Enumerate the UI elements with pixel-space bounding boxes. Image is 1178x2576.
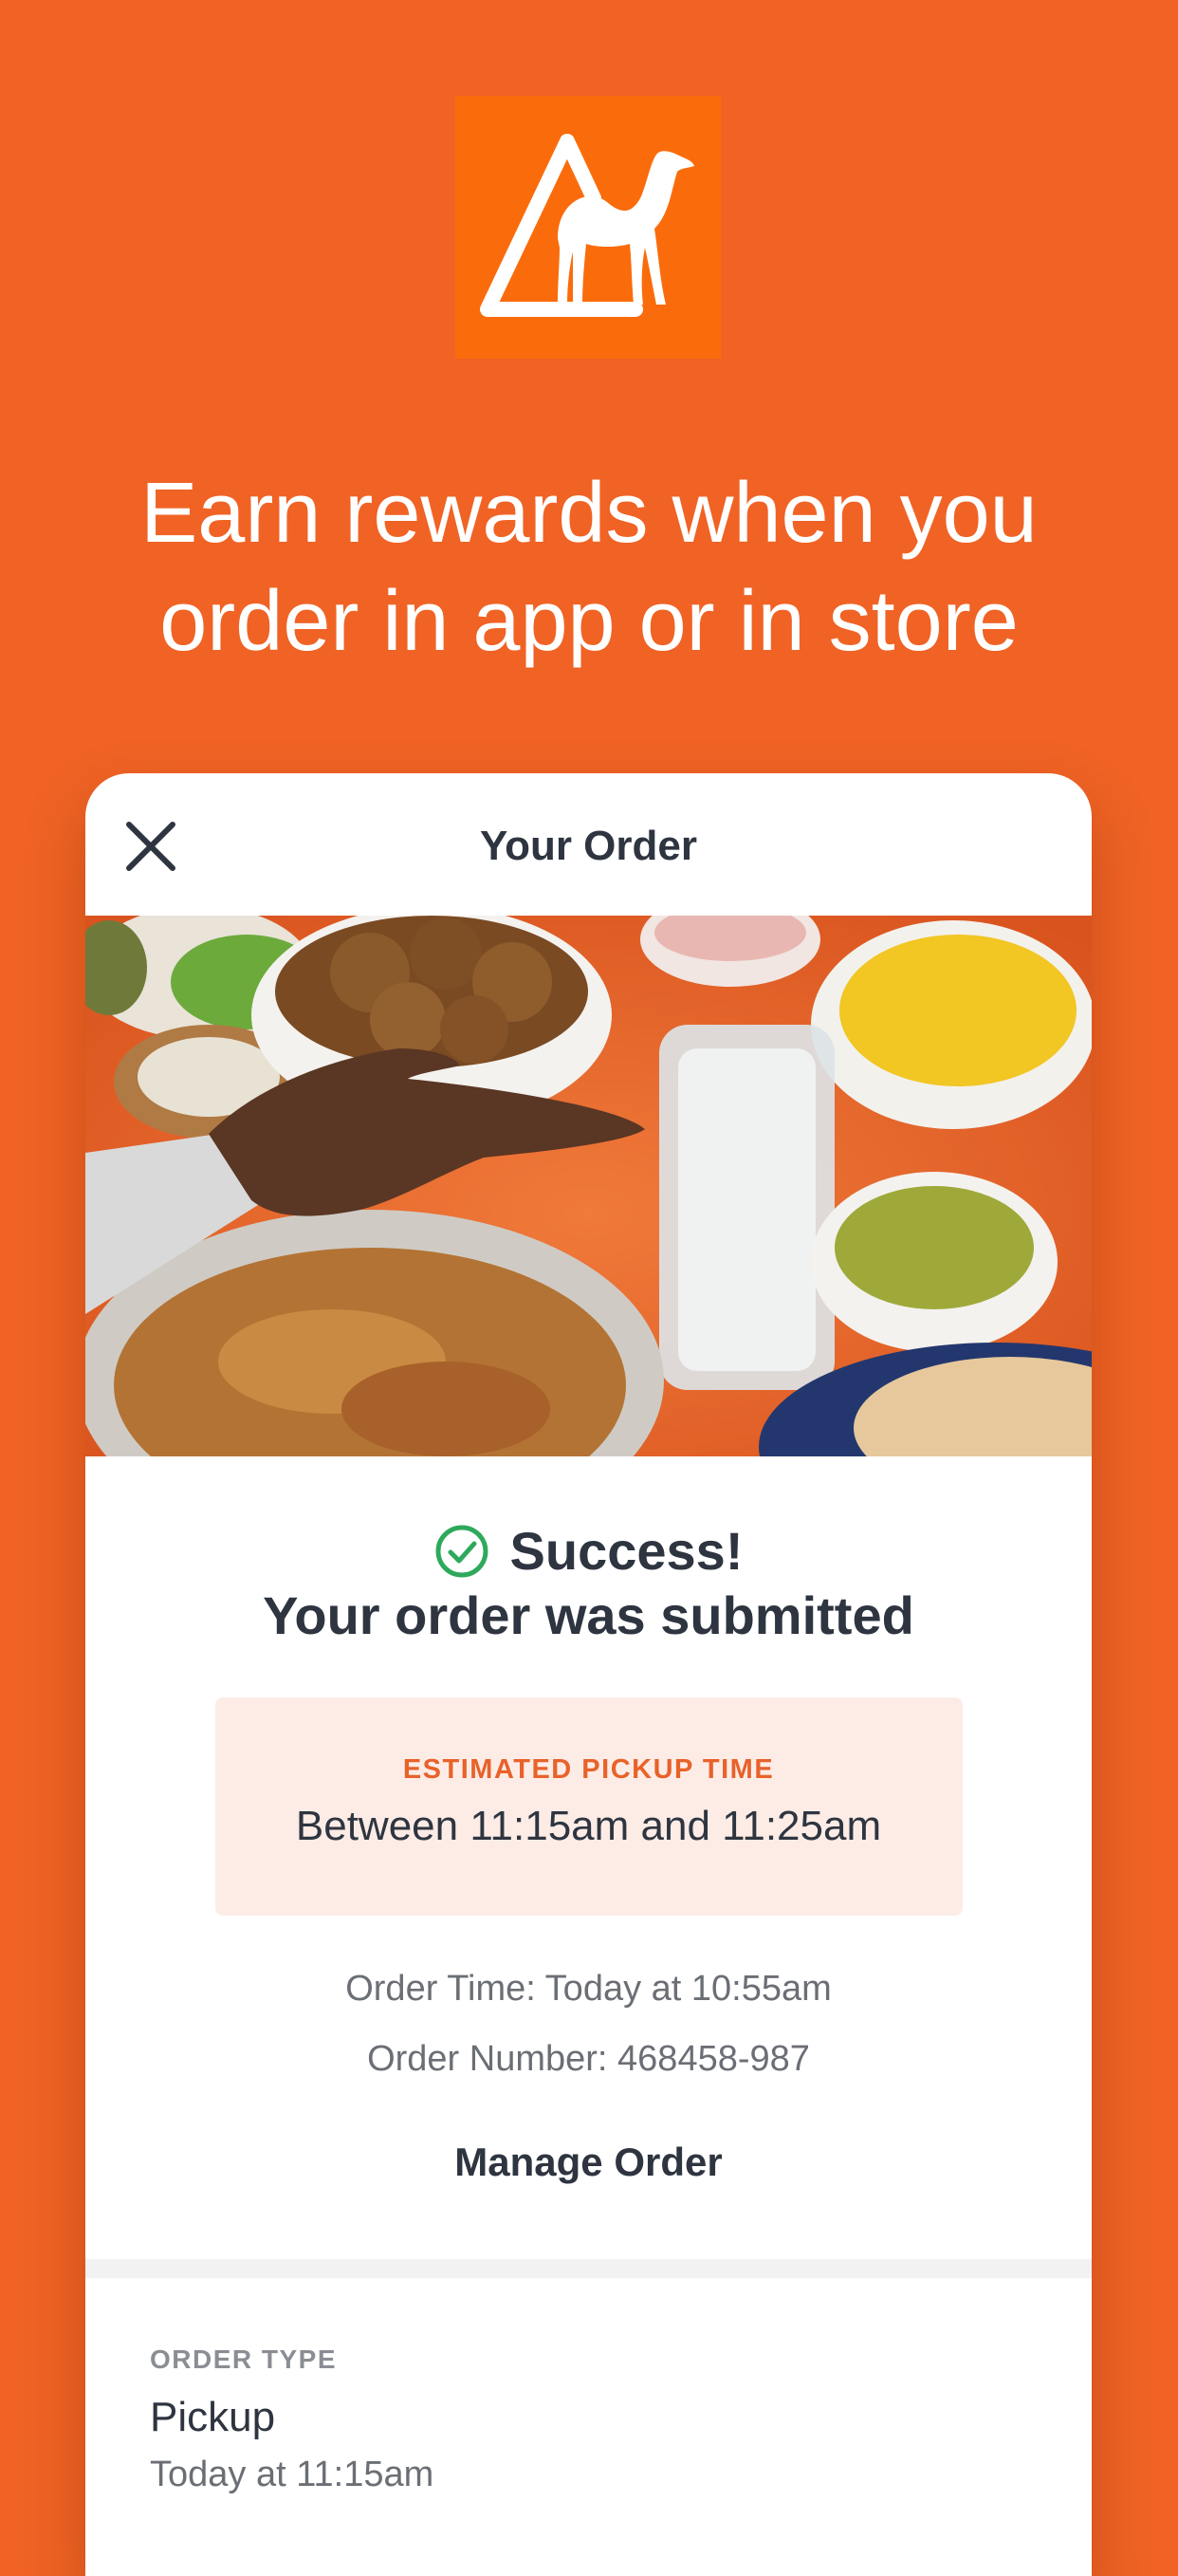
headline: Earn rewards when you order in app or in…	[0, 459, 1178, 676]
order-type-value: Pickup	[150, 2394, 276, 2440]
camel-logo-icon	[455, 96, 721, 359]
section-divider	[85, 2259, 1092, 2278]
order-type-label: ORDER TYPE	[150, 2344, 338, 2374]
pickup-time-box: ESTIMATED PICKUP TIME Between 11:15am an…	[214, 1697, 963, 1916]
order-type-time: Today at 11:15am	[150, 2455, 434, 2494]
check-circle-icon	[434, 1524, 489, 1579]
order-card: Your Order Success! Your order was submi…	[85, 773, 1092, 2576]
food-photo	[85, 916, 1092, 1456]
headline-line-1: Earn rewards when you	[140, 466, 1038, 561]
pickup-time-label: ESTIMATED PICKUP TIME	[402, 1754, 775, 1785]
pickup-time-value: Between 11:15am and 11:25am	[295, 1803, 882, 1849]
order-number: Order Number: 468458-987	[367, 2039, 810, 2079]
order-meta: Order Time: Today at 10:55am Order Numbe…	[85, 1954, 1092, 2094]
headline-line-2: order in app or in store	[159, 574, 1019, 669]
card-title: Your Order	[479, 823, 697, 869]
success-message: Success! Your order was submitted	[85, 1519, 1092, 1648]
success-subtitle: Your order was submitted	[263, 1585, 914, 1645]
order-type-section: ORDER TYPE Pickup Today at 11:15am	[85, 2278, 1092, 2495]
success-title: Success!	[509, 1521, 744, 1581]
card-header: Your Order	[85, 773, 1092, 916]
brand-logo	[455, 96, 721, 359]
order-time: Order Time: Today at 10:55am	[345, 1969, 832, 2009]
manage-order-button[interactable]: Manage Order	[352, 2132, 826, 2193]
